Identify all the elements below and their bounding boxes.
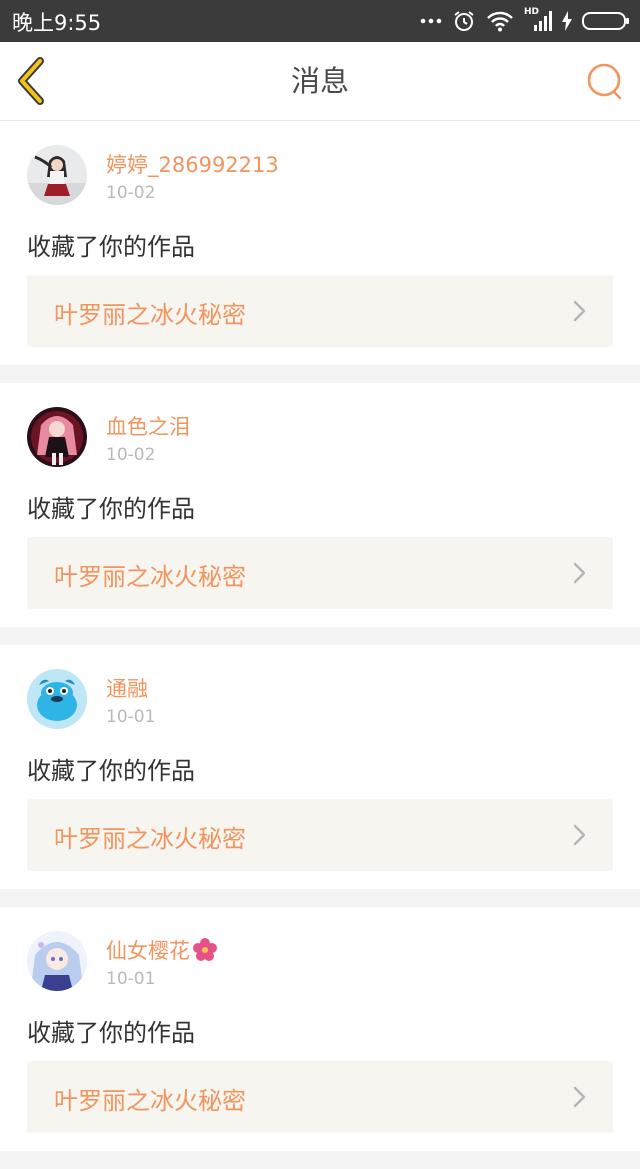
back-arrow-icon <box>18 57 44 105</box>
action-text: 收藏了你的作品 <box>27 757 195 785</box>
message-date: 10-01 <box>106 707 156 727</box>
user-avatar[interactable] <box>27 669 87 729</box>
search-button[interactable] <box>584 60 626 102</box>
user-avatar[interactable] <box>27 407 87 467</box>
wifi-icon <box>486 10 514 32</box>
user-avatar[interactable] <box>27 145 87 205</box>
chevron-right-icon <box>573 562 586 584</box>
action-text: 收藏了你的作品 <box>27 1019 195 1047</box>
work-title: 叶罗丽之冰火秘密 <box>54 301 246 329</box>
username[interactable]: 仙女樱花 <box>106 935 218 965</box>
username[interactable]: 婷婷_286992213 <box>106 149 279 179</box>
sakura-flower-icon <box>193 938 217 961</box>
message-date: 10-01 <box>106 969 156 989</box>
signal-hd-icon: HD <box>524 7 552 33</box>
work-title: 叶罗丽之冰火秘密 <box>54 825 246 853</box>
action-text: 收藏了你的作品 <box>27 233 195 261</box>
chevron-right-icon <box>573 300 586 322</box>
search-icon <box>587 63 622 100</box>
page-title: 消息 <box>290 64 349 98</box>
work-title: 叶罗丽之冰火秘密 <box>54 1087 246 1115</box>
chevron-right-icon <box>573 1086 586 1108</box>
chevron-right-icon <box>573 824 586 846</box>
work-link[interactable]: 叶罗丽之冰火秘密 <box>27 537 613 609</box>
username[interactable]: 通融 <box>106 673 148 703</box>
message-card: 通融 10-01 收藏了你的作品 叶罗丽之冰火秘密 <box>0 645 640 889</box>
alarm-icon <box>452 9 476 33</box>
username[interactable]: 血色之泪 <box>106 411 190 441</box>
work-link[interactable]: 叶罗丽之冰火秘密 <box>27 1061 613 1133</box>
message-card: 婷婷_286992213 10-02 收藏了你的作品 叶罗丽之冰火秘密 <box>0 121 640 365</box>
back-button[interactable] <box>14 56 54 106</box>
battery-icon <box>582 11 630 31</box>
action-text: 收藏了你的作品 <box>27 495 195 523</box>
work-link[interactable]: 叶罗丽之冰火秘密 <box>27 799 613 871</box>
charging-icon <box>562 11 572 31</box>
more-dots-icon <box>420 17 442 25</box>
status-time: 晚上9:55 <box>12 11 102 35</box>
status-bar: 晚上9:55 HD <box>0 0 640 42</box>
username-text: 仙女樱花 <box>106 939 190 963</box>
work-link[interactable]: 叶罗丽之冰火秘密 <box>27 275 613 347</box>
user-avatar[interactable] <box>27 931 87 991</box>
message-card: 仙女樱花 10-01 收藏了你的作品 叶罗丽之冰火秘密 <box>0 907 640 1151</box>
message-date: 10-02 <box>106 445 156 465</box>
message-card: 血色之泪 10-02 收藏了你的作品 叶罗丽之冰火秘密 <box>0 383 640 627</box>
work-title: 叶罗丽之冰火秘密 <box>54 563 246 591</box>
message-list: 婷婷_286992213 10-02 收藏了你的作品 叶罗丽之冰火秘密 血色之泪… <box>0 121 640 1169</box>
message-date: 10-02 <box>106 183 156 203</box>
nav-bar: 消息 <box>0 42 640 121</box>
